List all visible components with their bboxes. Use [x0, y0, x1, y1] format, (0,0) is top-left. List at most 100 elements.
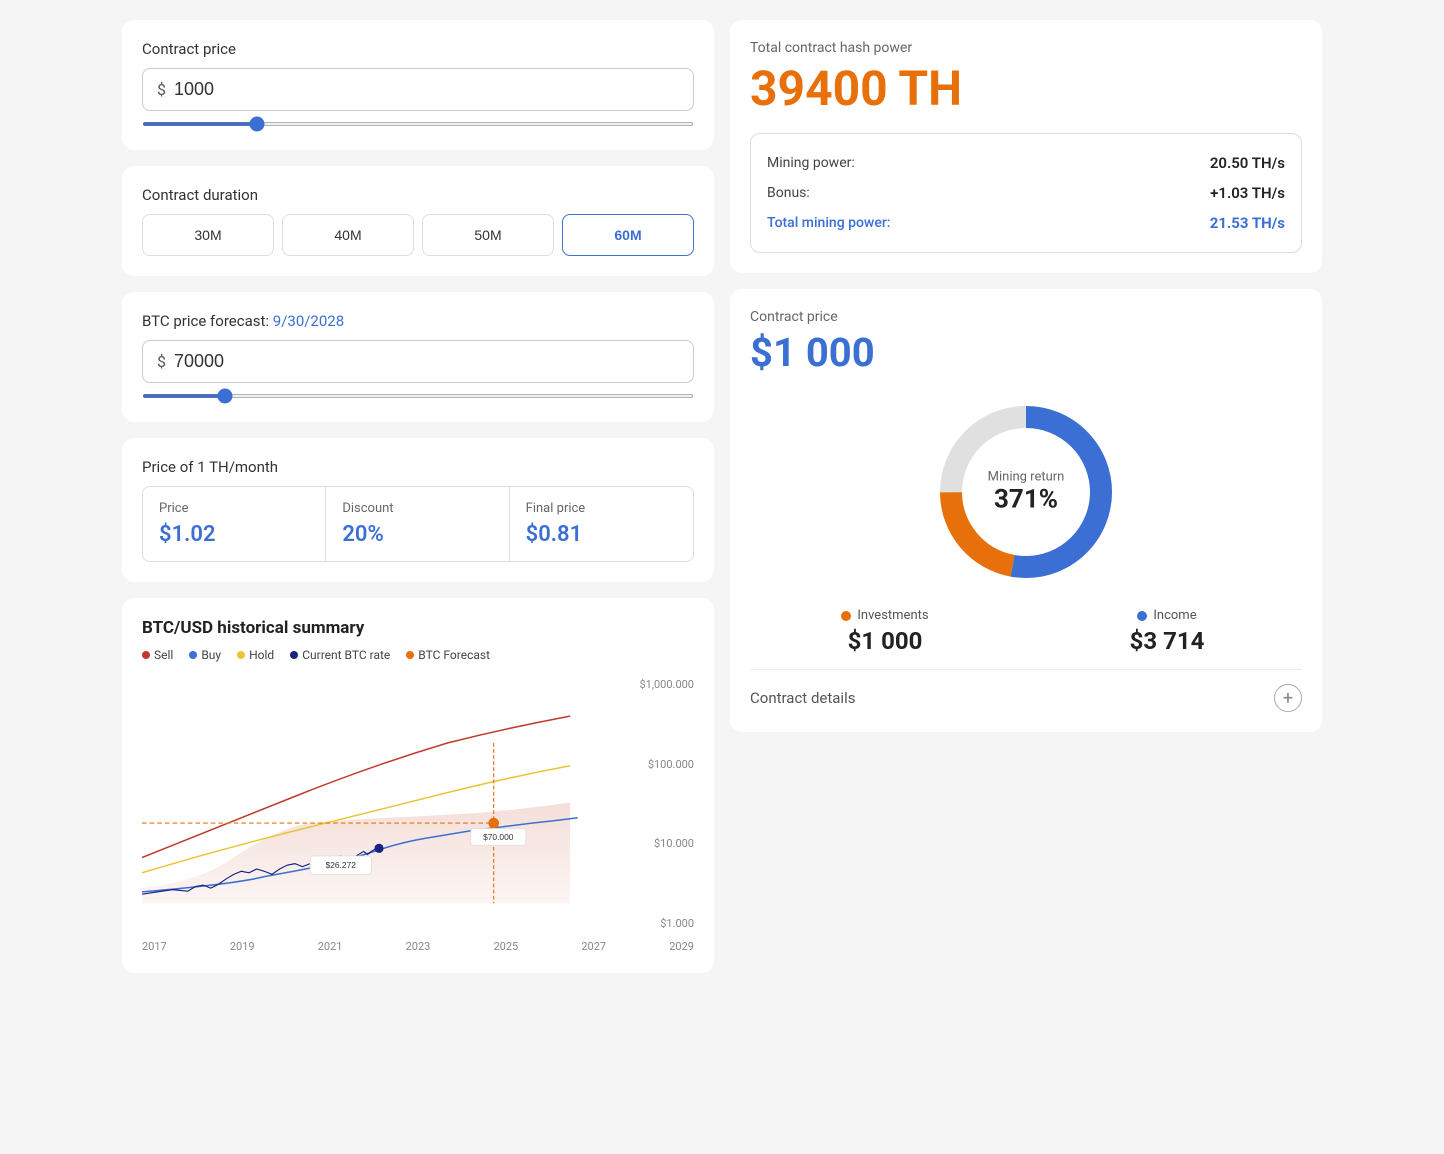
legend-hold: Hold [237, 648, 274, 662]
cp-value: $1 000 [750, 329, 1302, 376]
legend-current-btc: Current BTC rate [290, 648, 390, 662]
donut-center-label: Mining return [988, 470, 1065, 485]
legend-forecast-dot [406, 651, 414, 659]
legend-sell-label: Sell [154, 648, 173, 662]
th-price-discount-cell: Discount 20% [326, 487, 509, 561]
svg-text:$26.272: $26.272 [326, 860, 357, 870]
income-legend: Income [1032, 608, 1302, 623]
x-label-2017: 2017 [142, 940, 167, 953]
donut-center-value: 371% [988, 485, 1065, 515]
mining-power-label: Mining power: [767, 155, 855, 171]
contract-price-slider[interactable] [142, 122, 694, 126]
contract-price-right-card: Contract price $1 000 Mining return 371% [730, 289, 1322, 732]
bonus-row: Bonus: +1.03 TH/s [767, 178, 1285, 208]
x-label-2019: 2019 [230, 940, 255, 953]
contract-price-input[interactable] [174, 79, 679, 100]
x-label-2021: 2021 [318, 940, 343, 953]
total-mining-value: 21.53 TH/s [1210, 214, 1285, 232]
investments-dot [841, 611, 851, 621]
th-price-discount-value: 20% [342, 522, 492, 547]
btc-forecast-input[interactable] [174, 351, 679, 372]
x-axis-labels: 2017 2019 2021 2023 2025 2027 2029 [142, 940, 694, 953]
btc-forecast-input-wrapper: $ [142, 340, 694, 383]
svg-text:$70.000: $70.000 [483, 832, 514, 842]
y-label-1: $1,000.000 [624, 678, 694, 691]
th-price-final-value: $0.81 [526, 522, 677, 547]
legend-current-label: Current BTC rate [302, 648, 390, 662]
current-btc-dot [374, 844, 383, 853]
th-price-discount-label: Discount [342, 501, 492, 516]
duration-30m[interactable]: 30M [142, 214, 274, 256]
duration-grid: 30M 40M 50M 60M [142, 214, 694, 256]
contract-details-label: Contract details [750, 689, 855, 707]
donut-container: Mining return 371% [750, 392, 1302, 592]
legend-hold-dot [237, 651, 245, 659]
x-label-2023: 2023 [406, 940, 431, 953]
contract-price-input-wrapper: $ [142, 68, 694, 111]
investment-income-grid: Investments $1 000 Income $3 714 [750, 608, 1302, 655]
legend-current-dot [290, 651, 298, 659]
total-mining-label: Total mining power: [767, 215, 890, 231]
th-price-grid: Price $1.02 Discount 20% Final price $0.… [142, 486, 694, 562]
hash-power-value: 39400 TH [750, 60, 1302, 117]
investments-legend: Investments [750, 608, 1020, 623]
legend-hold-label: Hold [249, 648, 274, 662]
contract-price-label: Contract price [142, 40, 694, 58]
chart-area: $26.272 $70.000 [142, 674, 616, 934]
mining-info-box: Mining power: 20.50 TH/s Bonus: +1.03 TH… [750, 133, 1302, 253]
contract-duration-label: Contract duration [142, 186, 694, 204]
legend-buy-label: Buy [201, 648, 221, 662]
total-mining-row: Total mining power: 21.53 TH/s [767, 208, 1285, 238]
mining-power-row: Mining power: 20.50 TH/s [767, 148, 1285, 178]
income-legend-label: Income [1153, 608, 1196, 623]
legend-forecast-label: BTC Forecast [418, 648, 490, 662]
bonus-label: Bonus: [767, 185, 810, 201]
legend-buy: Buy [189, 648, 221, 662]
chart-svg: $26.272 $70.000 [142, 674, 616, 934]
legend-buy-dot [189, 651, 197, 659]
th-price-final-label: Final price [526, 501, 677, 516]
y-label-4: $1.000 [624, 917, 694, 930]
x-label-2025: 2025 [494, 940, 519, 953]
y-axis-labels: $1,000.000 $100.000 $10.000 $1.000 [624, 674, 694, 934]
duration-60m[interactable]: 60M [562, 214, 694, 256]
legend-btc-forecast: BTC Forecast [406, 648, 490, 662]
hash-power-card: Total contract hash power 39400 TH Minin… [730, 20, 1322, 273]
mining-power-value: 20.50 TH/s [1210, 154, 1285, 172]
donut-center: Mining return 371% [988, 470, 1065, 515]
th-price-price-label: Price [159, 501, 309, 516]
income-amount: $3 714 [1032, 627, 1302, 655]
th-price-price-value: $1.02 [159, 522, 309, 547]
th-price-label: Price of 1 TH/month [142, 458, 694, 476]
x-label-2027: 2027 [581, 940, 606, 953]
btc-forecast-slider[interactable] [142, 394, 694, 398]
contract-price-currency: $ [157, 80, 166, 99]
investments-item: Investments $1 000 [750, 608, 1020, 655]
legend-sell-dot [142, 651, 150, 659]
th-price-price-cell: Price $1.02 [143, 487, 326, 561]
chart-legend: Sell Buy Hold Current BTC rate BTC Forec… [142, 648, 694, 662]
investments-legend-label: Investments [857, 608, 928, 623]
forecast-dot [488, 818, 499, 829]
btc-chart-card: BTC/USD historical summary Sell Buy Hold… [122, 598, 714, 973]
contract-details-expand-button[interactable]: + [1274, 684, 1302, 712]
hash-power-label: Total contract hash power [750, 40, 1302, 56]
btc-forecast-label: BTC price forecast: 9/30/2028 [142, 312, 694, 330]
chart-wrapper: $26.272 $70.000 $1,000.000 $100.000 $10.… [142, 674, 694, 934]
y-label-2: $100.000 [624, 758, 694, 771]
chart-title: BTC/USD historical summary [142, 618, 694, 638]
btc-forecast-date-link[interactable]: 9/30/2028 [273, 312, 344, 330]
income-dot [1137, 611, 1147, 621]
cp-label: Contract price [750, 309, 1302, 325]
x-label-2029: 2029 [669, 940, 694, 953]
duration-40m[interactable]: 40M [282, 214, 414, 256]
contract-details-row: Contract details + [750, 669, 1302, 712]
bonus-value: +1.03 TH/s [1210, 184, 1285, 202]
investments-amount: $1 000 [750, 627, 1020, 655]
y-label-3: $10.000 [624, 837, 694, 850]
th-price-final-cell: Final price $0.81 [510, 487, 693, 561]
btc-forecast-currency: $ [157, 352, 166, 371]
legend-sell: Sell [142, 648, 173, 662]
income-item: Income $3 714 [1032, 608, 1302, 655]
duration-50m[interactable]: 50M [422, 214, 554, 256]
